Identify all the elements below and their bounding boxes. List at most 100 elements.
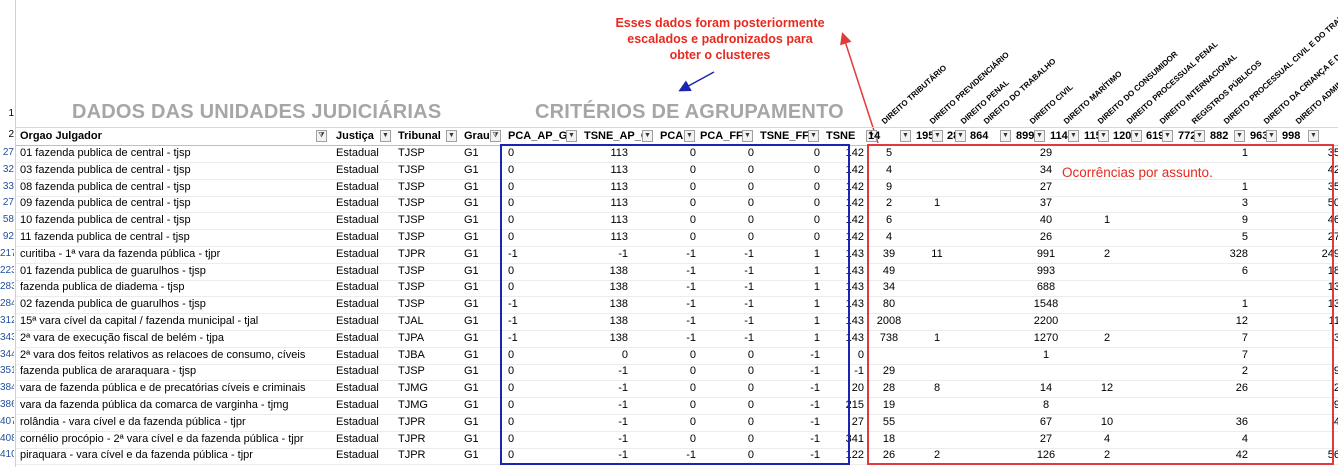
cell-subject-195[interactable]	[922, 347, 952, 364]
cell-pca[interactable]: 0	[660, 363, 696, 380]
cell-subject-998[interactable]	[1282, 431, 1338, 448]
cell-pca-ff[interactable]: 0	[700, 347, 754, 364]
cell-subject-115[interactable]: 2	[1092, 246, 1122, 263]
cell-pca-ff[interactable]: -1	[700, 296, 754, 313]
cell-grau[interactable]: G1	[464, 431, 502, 448]
cell-subject-115[interactable]: 1	[1092, 212, 1122, 229]
cell-grau[interactable]: G1	[464, 313, 502, 330]
cell-subject-899[interactable]: 40	[1026, 212, 1066, 229]
cell-tribunal[interactable]: TJMG	[398, 397, 456, 414]
cell-pca-ff[interactable]: 0	[700, 229, 754, 246]
cell-justica[interactable]: Estadual	[336, 363, 392, 380]
cell-subject-899[interactable]: 1548	[1026, 296, 1066, 313]
table-row[interactable]: 02 fazenda publica de guarulhos - tjsp Es…	[16, 296, 1338, 315]
cell-tsne-ap-g[interactable]: 113	[582, 179, 628, 196]
cell-subject-899[interactable]: 1	[1026, 347, 1066, 364]
cell-subject-115[interactable]: 4	[1092, 431, 1122, 448]
cell-tsne-ap-g[interactable]: -1	[582, 380, 628, 397]
table-row[interactable]: 11 fazenda publica de central - tjsp Esta…	[16, 229, 1338, 247]
row-number[interactable]: 408	[0, 433, 14, 444]
cell-grau[interactable]: G1	[464, 380, 502, 397]
cell-tsne-ff[interactable]: 0	[760, 229, 820, 246]
cell-subject-115[interactable]	[1092, 195, 1122, 212]
cell-tribunal[interactable]: TJPR	[398, 414, 456, 431]
cell-pca-ff[interactable]: -1	[700, 263, 754, 280]
cell-orgao[interactable]: 15ª vara cível da capital / fazenda muni…	[20, 313, 330, 330]
cell-tsne-ap-g[interactable]: -1	[582, 246, 628, 263]
row-number[interactable]: 384	[0, 382, 14, 393]
cell-justica[interactable]: Estadual	[336, 263, 392, 280]
cell-subject-115[interactable]: 10	[1092, 414, 1122, 431]
cell-grau[interactable]: G1	[464, 195, 502, 212]
cell-tsne-ff[interactable]: 1	[760, 313, 820, 330]
filter-dropdown-icon-subject-619[interactable]: ▼	[1162, 130, 1173, 142]
cell-pca-ff[interactable]: 0	[700, 162, 754, 179]
filter-dropdown-icon-tsne-ff[interactable]: ▼	[808, 130, 819, 142]
row-number[interactable]: 27	[0, 197, 14, 208]
cell-subject-195[interactable]	[922, 431, 952, 448]
row-number[interactable]: 283	[0, 281, 14, 292]
cell-orgao[interactable]: fazenda publica de diadema - tjsp	[20, 279, 330, 296]
cell-subject-195[interactable]	[922, 397, 952, 414]
cell-tsne-ff[interactable]: 1	[760, 246, 820, 263]
cell-grau[interactable]: G1	[464, 279, 502, 296]
cell-tsne-ap-g[interactable]: 113	[582, 195, 628, 212]
cell-tsne[interactable]: 122	[826, 447, 864, 464]
cell-orgao[interactable]: 02 fazenda publica de guarulhos - tjsp	[20, 296, 330, 313]
cell-subject-882[interactable]: 26	[1196, 380, 1248, 397]
cell-tsne[interactable]: 20	[826, 380, 864, 397]
cell-tribunal[interactable]: TJSP	[398, 162, 456, 179]
cell-justica[interactable]: Estadual	[336, 279, 392, 296]
cell-tsne-ff[interactable]: -1	[760, 380, 820, 397]
cell-pca-ap-g[interactable]: -1	[508, 246, 578, 263]
row-number[interactable]: 33	[0, 181, 14, 192]
cell-pca-ap-g[interactable]: 0	[508, 179, 578, 196]
cell-tsne-ap-g[interactable]: 113	[582, 212, 628, 229]
cell-pca-ap-g[interactable]: 0	[508, 212, 578, 229]
cell-subject-195[interactable]: 1	[922, 330, 952, 347]
cell-subject-899[interactable]: 27	[1026, 179, 1066, 196]
cell-tsne-ap-g[interactable]: 0	[582, 347, 628, 364]
cell-subject-14[interactable]: 29	[872, 363, 906, 380]
cell-justica[interactable]: Estadual	[336, 296, 392, 313]
filter-dropdown-icon-tsne-ap-g[interactable]: ▼	[642, 130, 653, 142]
cell-subject-14[interactable]: 49	[872, 263, 906, 280]
table-row[interactable]: 09 fazenda publica de central - tjsp Esta…	[16, 195, 1338, 214]
cell-subject-195[interactable]	[922, 313, 952, 330]
cell-tsne-ap-g[interactable]: 138	[582, 263, 628, 280]
cell-pca-ff[interactable]: -1	[700, 313, 754, 330]
row-number[interactable]: 351	[0, 365, 14, 376]
cell-justica[interactable]: Estadual	[336, 447, 392, 464]
cell-pca-ff[interactable]: 0	[700, 179, 754, 196]
cell-tsne-ff[interactable]: 1	[760, 330, 820, 347]
filter-funnel-icon-orgao[interactable]: ⧩	[316, 130, 327, 142]
filter-dropdown-icon-subject-195[interactable]: ▼	[932, 130, 943, 142]
cell-subject-882[interactable]: 5	[1196, 229, 1248, 246]
cell-subject-998[interactable]: 249	[1282, 246, 1338, 263]
cell-tsne-ap-g[interactable]: 138	[582, 296, 628, 313]
cell-tsne-ap-g[interactable]: -1	[582, 447, 628, 464]
cell-subject-899[interactable]: 1270	[1026, 330, 1066, 347]
cell-subject-14[interactable]: 55	[872, 414, 906, 431]
cell-grau[interactable]: G1	[464, 263, 502, 280]
cell-pca[interactable]: 0	[660, 212, 696, 229]
cell-subject-195[interactable]: 8	[922, 380, 952, 397]
cell-tsne-ff[interactable]: -1	[760, 347, 820, 364]
table-row[interactable]: fazenda publica de diadema - tjsp Estadua…	[16, 279, 1338, 298]
cell-subject-195[interactable]	[922, 296, 952, 313]
cell-tsne[interactable]: 143	[826, 263, 864, 280]
cell-subject-195[interactable]	[922, 162, 952, 179]
cell-subject-998[interactable]: 13	[1282, 296, 1338, 313]
cell-orgao[interactable]: vara da fazenda pública da comarca de va…	[20, 397, 330, 414]
cell-tsne-ff[interactable]: 0	[760, 145, 820, 162]
cell-subject-115[interactable]	[1092, 145, 1122, 162]
cell-pca-ap-g[interactable]: 0	[508, 279, 578, 296]
cell-pca[interactable]: -1	[660, 313, 696, 330]
cell-subject-882[interactable]: 1	[1196, 179, 1248, 196]
cell-subject-14[interactable]: 39	[872, 246, 906, 263]
row-number[interactable]: 386	[0, 399, 14, 410]
cell-pca-ap-g[interactable]: 0	[508, 414, 578, 431]
cell-tsne-ap-g[interactable]: -1	[582, 431, 628, 448]
cell-orgao[interactable]: 03 fazenda publica de central - tjsp	[20, 162, 330, 179]
cell-grau[interactable]: G1	[464, 162, 502, 179]
